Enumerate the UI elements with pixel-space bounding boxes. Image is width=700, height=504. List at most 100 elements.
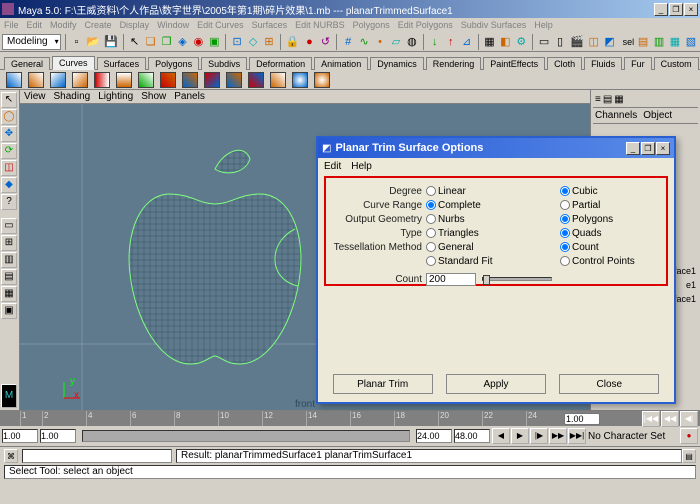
- tool4-icon[interactable]: ▣: [207, 34, 221, 50]
- cb-icon3[interactable]: ▦: [614, 94, 623, 105]
- ch1-icon[interactable]: ▤: [636, 34, 650, 50]
- playback-start-input[interactable]: [40, 429, 76, 443]
- snap-grid-icon[interactable]: #: [341, 34, 355, 50]
- range-start-input[interactable]: [2, 429, 38, 443]
- output-nurbs-radio[interactable]: [426, 214, 436, 224]
- view-menu-view[interactable]: View: [24, 91, 46, 102]
- shelf-curve5-icon[interactable]: [94, 72, 110, 88]
- view-menu-shading[interactable]: Shading: [54, 91, 91, 102]
- lasso-tool-icon[interactable]: ◯: [1, 109, 17, 125]
- minimize-button[interactable]: _: [654, 3, 668, 16]
- tess-controlpoints-radio[interactable]: [560, 256, 570, 266]
- time-ruler[interactable]: 1 2 4 6 8 10 12 14 16 18 20 22 24 |◀◀ ◀◀…: [0, 411, 700, 426]
- type-triangles-radio[interactable]: [426, 228, 436, 238]
- menu-edit[interactable]: Edit: [27, 20, 43, 30]
- snap2-icon[interactable]: ◇: [246, 34, 260, 50]
- tab-painteffects[interactable]: PaintEffects: [483, 57, 545, 70]
- shelf-curve10-icon[interactable]: [204, 72, 220, 88]
- forward-end-icon[interactable]: ▶▶|: [568, 428, 586, 444]
- tess-standardfit-radio[interactable]: [426, 256, 436, 266]
- ipr-icon[interactable]: ◧: [498, 34, 512, 50]
- rotate-tool-icon[interactable]: ⟳: [1, 143, 17, 159]
- tab-custom[interactable]: Custom: [654, 57, 699, 70]
- view-menu-show[interactable]: Show: [141, 91, 166, 102]
- tab-curves[interactable]: Curves: [52, 56, 95, 70]
- dialog-minimize-button[interactable]: _: [626, 142, 640, 155]
- render-icon[interactable]: ▦: [482, 34, 496, 50]
- degree-cubic-radio[interactable]: [560, 186, 570, 196]
- stepfwd-icon[interactable]: ▶▶: [549, 428, 567, 444]
- dialog-maximize-button[interactable]: ❐: [641, 142, 655, 155]
- count-input[interactable]: [426, 273, 476, 286]
- tab-polygons[interactable]: Polygons: [148, 57, 199, 70]
- shelf-curve11-icon[interactable]: [226, 72, 242, 88]
- snap-icon[interactable]: ⊡: [230, 34, 244, 50]
- range-end-input[interactable]: [454, 429, 490, 443]
- snap-view-icon[interactable]: ◍: [405, 34, 419, 50]
- tab-dynamics[interactable]: Dynamics: [370, 57, 424, 70]
- tool-icon[interactable]: ❐: [160, 34, 174, 50]
- tab-fluids[interactable]: Fluids: [584, 57, 622, 70]
- shelf-curve3-icon[interactable]: [50, 72, 66, 88]
- tool3-icon[interactable]: ◉: [191, 34, 205, 50]
- degree-linear-radio[interactable]: [426, 186, 436, 196]
- type-quads-radio[interactable]: [560, 228, 570, 238]
- shelf-curve6-icon[interactable]: [116, 72, 132, 88]
- menu-edit-polygons[interactable]: Edit Polygons: [398, 20, 453, 30]
- range-slider[interactable]: [82, 430, 410, 442]
- shelf-curve2-icon[interactable]: [28, 72, 44, 88]
- snap3-icon[interactable]: ⊞: [262, 34, 276, 50]
- dialog-titlebar[interactable]: ◩ Planar Trim Surface Options _ ❐ ×: [318, 138, 674, 158]
- render-globals-icon[interactable]: ⚙: [514, 34, 528, 50]
- persp-graph-icon[interactable]: ▤: [1, 269, 17, 285]
- dialog-menu-help[interactable]: Help: [351, 161, 372, 172]
- tab-cloth[interactable]: Cloth: [547, 57, 582, 70]
- dialog-close-button[interactable]: ×: [656, 142, 670, 155]
- cb-icon1[interactable]: ≡: [595, 94, 601, 105]
- tab-deformation[interactable]: Deformation: [249, 57, 312, 70]
- mode-combo[interactable]: Modeling: [2, 34, 61, 50]
- playfwd-icon[interactable]: ▶: [511, 428, 529, 444]
- menu-display[interactable]: Display: [120, 20, 150, 30]
- menu-edit-nurbs[interactable]: Edit NURBS: [295, 20, 345, 30]
- ch3-icon[interactable]: ▦: [668, 34, 682, 50]
- snap-curve-icon[interactable]: ∿: [357, 34, 371, 50]
- select-icon[interactable]: ↖: [128, 34, 142, 50]
- output-icon[interactable]: ↑: [444, 34, 458, 50]
- menu-modify[interactable]: Modify: [50, 20, 77, 30]
- menu-file[interactable]: File: [4, 20, 19, 30]
- persp-only-icon[interactable]: ▣: [1, 303, 17, 319]
- view-menu-panels[interactable]: Panels: [174, 91, 205, 102]
- object-tab[interactable]: Object: [643, 110, 672, 121]
- tab-general[interactable]: General: [4, 57, 50, 70]
- shelf-curve13-icon[interactable]: [270, 72, 286, 88]
- playback-icon[interactable]: ◀: [492, 428, 510, 444]
- lock-icon[interactable]: 🔒: [285, 34, 301, 50]
- shelf-curve4-icon[interactable]: [72, 72, 88, 88]
- rewind-icon[interactable]: |◀◀: [642, 411, 660, 427]
- nextkey-icon[interactable]: |▶: [530, 428, 548, 444]
- tool-settings-icon[interactable]: ◩: [603, 34, 617, 50]
- last-tool-icon[interactable]: ?: [1, 194, 17, 210]
- shelf-curve1-icon[interactable]: [6, 72, 22, 88]
- history-icon[interactable]: ↺: [318, 34, 332, 50]
- ch2-icon[interactable]: ▥: [652, 34, 666, 50]
- manip-tool-icon[interactable]: ◆: [1, 177, 17, 193]
- close-dialog-button[interactable]: Close: [559, 374, 659, 394]
- menu-create[interactable]: Create: [85, 20, 112, 30]
- menu-help[interactable]: Help: [534, 20, 553, 30]
- command-input[interactable]: [22, 449, 172, 463]
- tool2-icon[interactable]: ◈: [175, 34, 189, 50]
- output-polygons-radio[interactable]: [560, 214, 570, 224]
- move-tool-icon[interactable]: ✥: [1, 126, 17, 142]
- new-scene-icon[interactable]: ▫: [69, 34, 83, 50]
- lasso-icon[interactable]: ❏: [144, 34, 158, 50]
- clap-icon[interactable]: 🎬: [569, 34, 585, 50]
- four-view-icon[interactable]: ⊞: [1, 235, 17, 251]
- select-tool-icon[interactable]: ↖: [1, 92, 17, 108]
- close-button[interactable]: ×: [684, 3, 698, 16]
- tab-subdivs[interactable]: Subdivs: [201, 57, 247, 70]
- tess-count-radio[interactable]: [560, 242, 570, 252]
- tab-rendering[interactable]: Rendering: [426, 57, 482, 70]
- snap-plane-icon[interactable]: ▱: [389, 34, 403, 50]
